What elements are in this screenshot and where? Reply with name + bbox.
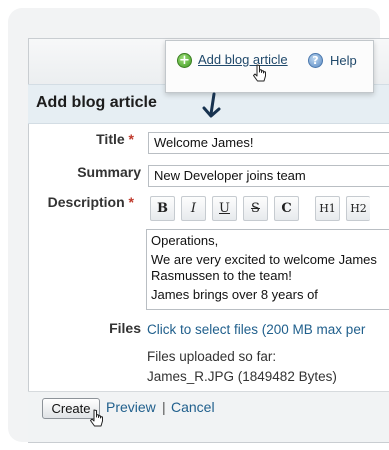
clear-format-button[interactable]: C — [274, 196, 299, 221]
select-files-link[interactable]: Click to select files (200 MB max per — [147, 322, 365, 337]
strikethrough-button[interactable]: S — [243, 196, 268, 221]
preview-link[interactable]: Preview — [106, 399, 156, 415]
description-label: Description * — [47, 194, 134, 210]
plus-circle-icon[interactable]: + — [177, 53, 192, 68]
page-title: Add blog article — [36, 94, 157, 111]
help-link[interactable]: Help — [330, 53, 357, 68]
description-paragraph: We are very excited to welcome James Ras… — [151, 252, 377, 283]
description-paragraph: Operations, — [151, 233, 219, 248]
title-label: Title * — [96, 131, 134, 147]
required-marker: * — [128, 131, 134, 147]
cancel-link[interactable]: Cancel — [171, 399, 215, 415]
title-input[interactable]: Welcome James! — [148, 132, 389, 154]
heading2-button[interactable]: H2 — [346, 196, 370, 221]
summary-input[interactable]: New Developer joins team — [148, 165, 389, 187]
files-uploaded-label: Files uploaded so far: — [147, 349, 277, 364]
action-popup: + Add blog article ? Help — [165, 40, 374, 93]
italic-button[interactable]: I — [181, 196, 206, 221]
description-editor[interactable]: Operations, We are very excited to welco… — [146, 229, 389, 310]
question-circle-icon[interactable]: ? — [308, 53, 323, 68]
required-marker: * — [128, 194, 134, 210]
hand-cursor-icon — [90, 409, 103, 427]
separator: | — [162, 399, 166, 415]
uploaded-file-item: James_R.JPG (1849482 Bytes) — [147, 369, 337, 384]
summary-label: Summary — [77, 164, 141, 180]
underline-button[interactable]: U — [212, 196, 237, 221]
files-uploaded: Files uploaded so far: James_R.JPG (1849… — [147, 347, 337, 387]
arrow-down-icon — [202, 92, 221, 118]
description-paragraph: James brings over 8 years of — [151, 287, 318, 302]
hand-cursor-icon — [253, 64, 266, 82]
files-label: Files — [109, 320, 141, 336]
heading1-button[interactable]: H1 — [315, 196, 340, 221]
add-blog-article-link[interactable]: Add blog article — [198, 52, 288, 67]
bold-button[interactable]: B — [150, 196, 175, 221]
